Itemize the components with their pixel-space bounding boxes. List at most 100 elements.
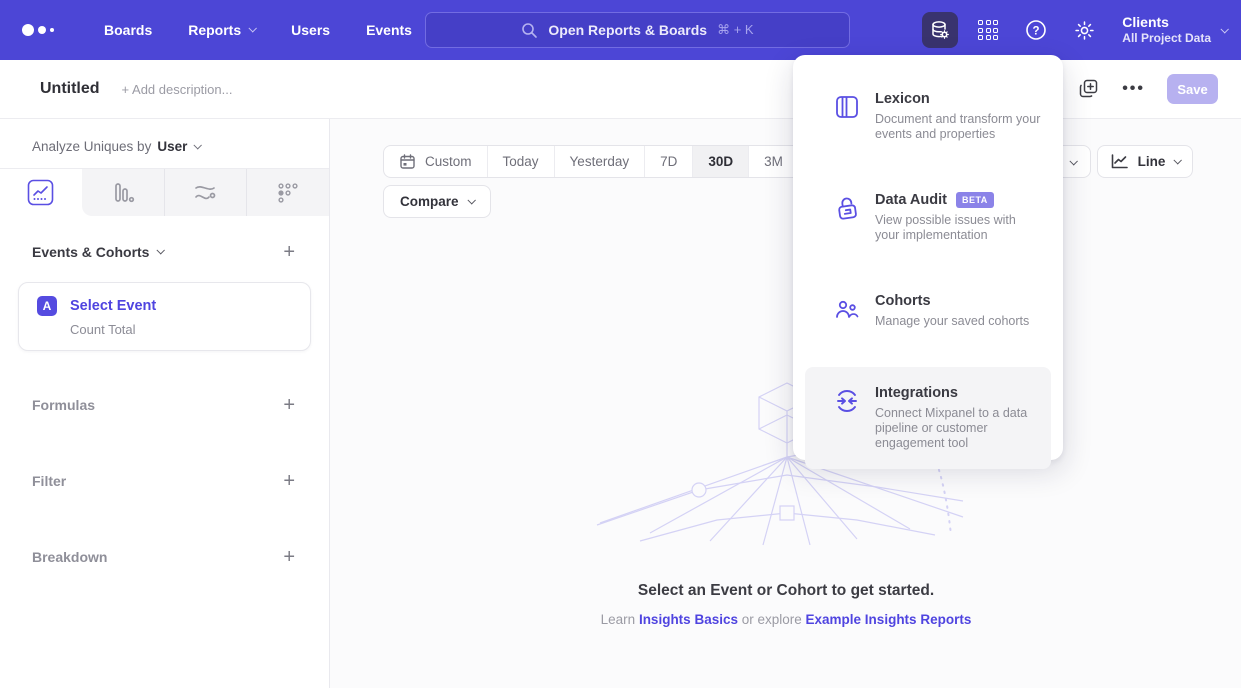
nav-reports-label: Reports: [188, 22, 241, 38]
empty-state-subtext: Learn Insights Basics or explore Example…: [331, 612, 1241, 627]
menu-item-body: Lexicon Document and transform your even…: [875, 91, 1041, 142]
tab-insights-line[interactable]: [0, 169, 82, 216]
logo-dot-medium: [38, 26, 46, 34]
add-breakdown-button[interactable]: +: [283, 547, 295, 567]
event-letter-badge: A: [37, 296, 57, 316]
select-event-label[interactable]: Select Event: [70, 298, 156, 314]
cohorts-people-icon: [833, 295, 861, 323]
chevron-down-icon: [194, 141, 202, 149]
events-cohorts-section: Events & Cohorts +: [0, 242, 329, 262]
beta-badge: BETA: [956, 192, 994, 208]
date-today[interactable]: Today: [487, 146, 554, 177]
database-gear-icon: [929, 19, 951, 41]
chevron-down-icon: [1174, 156, 1182, 164]
line-chart-tab-icon: [27, 179, 54, 206]
calendar-icon: [399, 153, 416, 170]
add-event-button[interactable]: +: [283, 242, 295, 262]
example-reports-link[interactable]: Example Insights Reports: [806, 612, 972, 627]
nav-users[interactable]: Users: [291, 22, 330, 38]
navbar-right: ? Clients All Project Data: [922, 0, 1227, 60]
data-audit-lock-icon: [831, 192, 863, 224]
date-30d-selected[interactable]: 30D: [692, 146, 748, 177]
events-cohorts-label: Events & Cohorts: [32, 244, 149, 260]
middle-text: or explore: [738, 612, 806, 627]
compare-button[interactable]: Compare: [383, 185, 491, 218]
lexicon-title: Lexicon: [875, 91, 930, 107]
more-options-button[interactable]: •••: [1122, 80, 1145, 98]
flow-tab-icon: [192, 180, 218, 206]
menu-item-data-audit[interactable]: Data Audit BETA View possible issues wit…: [805, 180, 1051, 255]
line-chart-icon: [1110, 153, 1129, 170]
mixpanel-logo[interactable]: [22, 24, 68, 36]
data-audit-description: View possible issues with your implement…: [875, 213, 1041, 243]
menu-item-lexicon[interactable]: Lexicon Document and transform your even…: [805, 79, 1051, 154]
events-cohorts-header[interactable]: Events & Cohorts: [32, 244, 163, 260]
help-button[interactable]: ?: [1018, 12, 1054, 48]
search-shortcut: ⌘ + K: [717, 22, 754, 38]
menu-item-body: Integrations Connect Mixpanel to a data …: [875, 385, 1041, 451]
save-button[interactable]: Save: [1167, 74, 1218, 104]
gear-icon: [1073, 19, 1096, 42]
help-icon: ?: [1024, 18, 1048, 42]
nav-reports[interactable]: Reports: [188, 22, 255, 38]
chevron-down-icon: [1069, 157, 1077, 165]
menu-item-body: Cohorts Manage your saved cohorts: [875, 293, 1029, 329]
lexicon-description: Document and transform your events and p…: [875, 112, 1041, 142]
count-total-label[interactable]: Count Total: [70, 322, 310, 337]
analyze-prefix: Analyze Uniques by: [32, 139, 151, 154]
add-formula-button[interactable]: +: [283, 395, 295, 415]
nav-boards[interactable]: Boards: [104, 22, 152, 38]
chart-type-tabs: [0, 168, 329, 216]
data-management-button[interactable]: [922, 12, 958, 48]
tab-flow-chart[interactable]: [164, 169, 247, 216]
filter-section: Filter +: [0, 471, 329, 491]
analyze-value-dropdown[interactable]: User: [157, 139, 200, 154]
menu-item-cohorts[interactable]: Cohorts Manage your saved cohorts: [805, 281, 1051, 341]
breakdown-section: Breakdown +: [0, 547, 329, 567]
date-3m[interactable]: 3M: [748, 146, 798, 177]
tab-metrics-grid[interactable]: [246, 169, 329, 216]
menu-item-integrations[interactable]: Integrations Connect Mixpanel to a data …: [805, 367, 1051, 469]
integrations-sync-icon: [833, 387, 861, 415]
chart-type-dropdown[interactable]: Line: [1097, 145, 1193, 178]
breakdown-label: Breakdown: [32, 549, 107, 565]
date-custom-label: Custom: [425, 154, 472, 169]
event-card[interactable]: A Select Event Count Total: [18, 282, 311, 351]
workspace-switcher[interactable]: Clients All Project Data: [1122, 14, 1227, 46]
formulas-label: Formulas: [32, 397, 95, 413]
report-description-placeholder[interactable]: + Add description...: [122, 82, 233, 97]
nav-events[interactable]: Events: [366, 22, 412, 38]
svg-text:?: ?: [1033, 25, 1040, 37]
workspace-text: Clients All Project Data: [1122, 14, 1211, 46]
bar-chart-tab-icon: [110, 180, 136, 206]
search-icon: [521, 22, 538, 39]
settings-button[interactable]: [1066, 12, 1102, 48]
tab-bar-chart[interactable]: [82, 169, 164, 216]
metrics-tab-icon: [275, 180, 301, 206]
insights-basics-link[interactable]: Insights Basics: [639, 612, 738, 627]
global-search-input[interactable]: Open Reports & Boards ⌘ + K: [425, 12, 850, 48]
query-sidebar: Analyze Uniques by User: [0, 119, 330, 688]
workspace-org: Clients: [1122, 14, 1211, 31]
data-audit-title: Data Audit: [875, 192, 947, 208]
chart-type-label: Line: [1138, 154, 1166, 169]
workspace-project: All Project Data: [1122, 31, 1211, 46]
date-custom[interactable]: Custom: [384, 146, 487, 177]
duplicate-icon[interactable]: [1078, 78, 1100, 100]
report-title[interactable]: Untitled: [40, 80, 100, 98]
analyze-row: Analyze Uniques by User: [0, 119, 329, 168]
apps-grid-button[interactable]: [970, 12, 1006, 48]
data-management-menu: Lexicon Document and transform your even…: [793, 55, 1063, 460]
nav-boards-label: Boards: [104, 22, 152, 38]
nav-events-label: Events: [366, 22, 412, 38]
date-7d[interactable]: 7D: [644, 146, 692, 177]
integrations-description: Connect Mixpanel to a data pipeline or c…: [875, 406, 1041, 451]
logo-dot-large: [22, 24, 34, 36]
date-yesterday[interactable]: Yesterday: [554, 146, 645, 177]
search-placeholder: Open Reports & Boards: [548, 22, 707, 38]
chevron-down-icon: [157, 246, 165, 254]
main-content: Custom Today Yesterday 7D 30D 3M 6M Comp…: [331, 119, 1241, 688]
menu-item-body: Data Audit BETA View possible issues wit…: [875, 192, 1041, 243]
filter-label: Filter: [32, 473, 66, 489]
add-filter-button[interactable]: +: [283, 471, 295, 491]
